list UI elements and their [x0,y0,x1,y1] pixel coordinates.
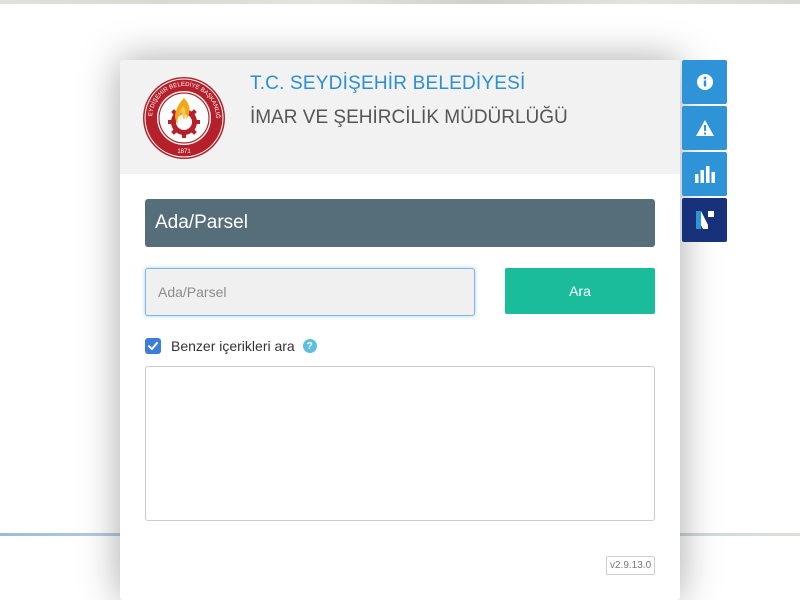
version-badge: v2.9.13.0 [606,556,656,575]
section-title: Ada/Parsel [155,212,248,233]
statistics-button[interactable] [682,152,727,196]
search-input[interactable] [145,268,475,316]
brand-button[interactable] [682,198,727,242]
warning-button[interactable] [682,106,727,150]
logo-year: 1871 [177,149,191,155]
help-icon[interactable]: ? [302,339,317,353]
map-background-top [0,0,800,4]
search-dialog: SEYDİŞEHİR BELEDİYE BAŞKANLIĞI 1871 T.C.… [120,60,680,600]
search-button[interactable]: Ara [505,268,655,314]
municipality-logo: SEYDİŞEHİR BELEDİYE BAŞKANLIĞI 1871 [142,76,225,159]
warning-icon [695,120,714,136]
checkmark-icon [148,342,158,350]
results-panel[interactable] [145,366,655,521]
similar-content-label[interactable]: Benzer içerikleri ara [171,338,295,354]
bar-chart-icon [694,166,715,183]
page-title: T.C. SEYDİŞEHİR BELEDİYESİ [250,73,526,94]
brand-logo-icon [695,211,714,229]
info-button[interactable] [682,60,727,104]
dialog-header: SEYDİŞEHİR BELEDİYE BAŞKANLIĞI 1871 T.C.… [120,60,680,174]
page-subtitle: İMAR VE ŞEHİRCİLİK MÜDÜRLÜĞÜ [250,107,568,128]
similar-content-option: Benzer içerikleri ara ? [145,336,317,356]
similar-content-checkbox[interactable] [145,338,161,354]
info-icon [696,74,713,90]
section-header: Ada/Parsel [145,199,655,247]
